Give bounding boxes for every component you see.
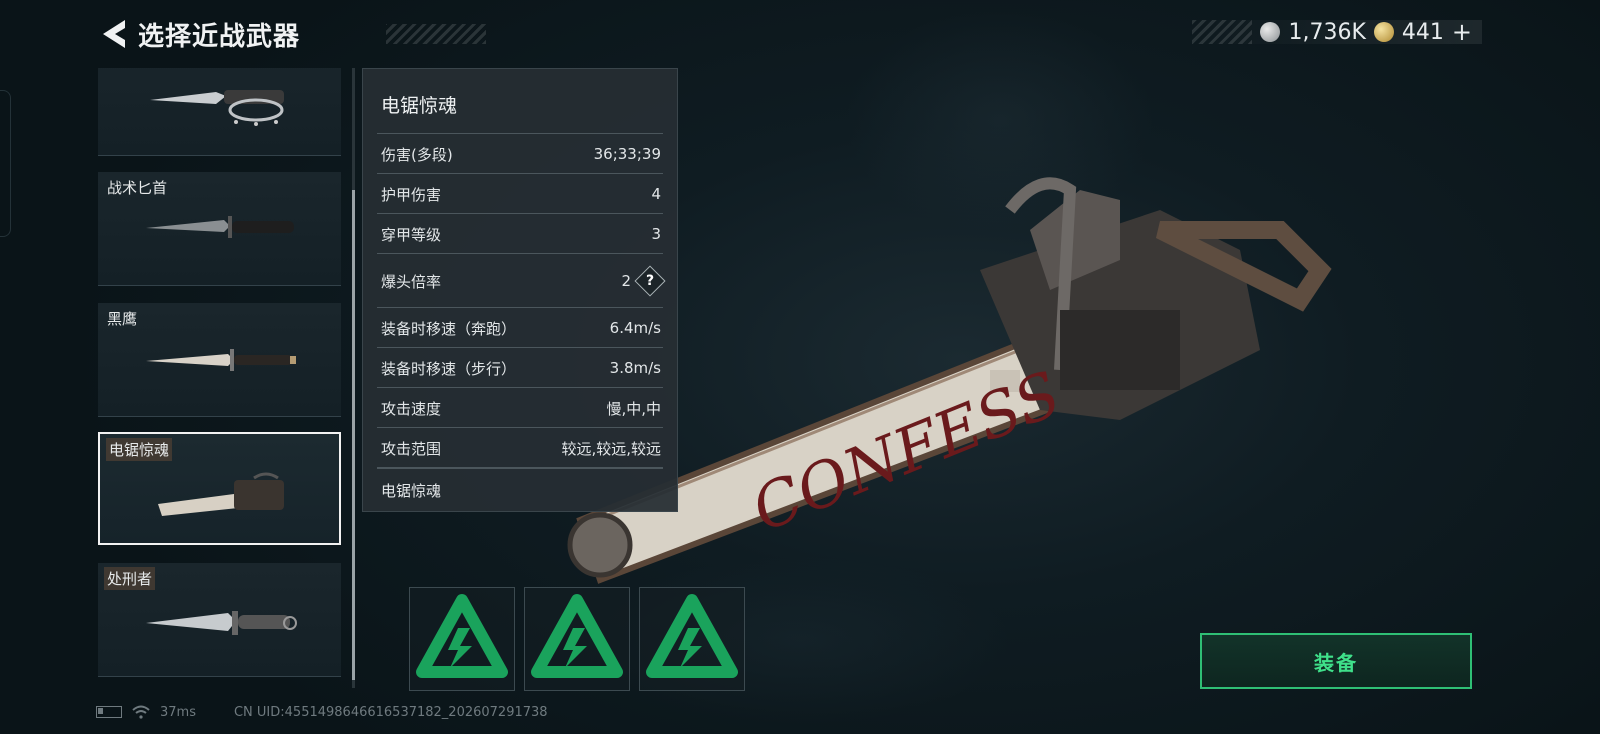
page-header: 选择近战武器 <box>96 14 486 54</box>
weapon-card-label: 电锯惊魂 <box>106 438 173 461</box>
wifi-icon <box>132 705 150 719</box>
stat-row-walk-speed: 装备时移速（步行） 3.8m/s <box>377 347 663 388</box>
back-button[interactable] <box>96 16 132 52</box>
stat-label: 攻击速度 <box>381 399 442 418</box>
stat-row-armor-pierce: 穿甲等级 3 <box>377 213 663 254</box>
stat-row-damage: 伤害(多段) 36;33;39 <box>377 133 663 174</box>
stat-label: 攻击范围 <box>381 439 442 458</box>
stat-row-attack-speed: 攻击速度 慢,中,中 <box>377 387 663 428</box>
weapon-card-label: 黑鹰 <box>107 310 138 328</box>
status-footer: 37ms CN UID:4551498646616537182_20260729… <box>96 703 548 721</box>
currency-decoration <box>1192 20 1252 44</box>
page-title: 选择近战武器 <box>138 21 301 52</box>
stat-row-weapon-footer: 电锯惊魂 <box>377 467 663 511</box>
tactical-dagger-icon <box>146 216 294 238</box>
stat-value: 2 <box>621 272 631 290</box>
stats-footer-name: 电锯惊魂 <box>381 481 442 500</box>
stat-row-attack-range: 攻击范围 较远,较远,较远 <box>377 427 663 468</box>
stat-row-run-speed: 装备时移速（奔跑） 6.4m/s <box>377 307 663 348</box>
executioner-knife-icon <box>146 611 297 635</box>
black-hawk-knife-icon <box>146 349 296 371</box>
battery-icon <box>96 706 122 718</box>
chainsaw-thumbnail-icon <box>158 472 284 516</box>
weapon-card-knuckle-knife[interactable] <box>98 68 341 156</box>
attachment-slot-2[interactable] <box>524 587 630 691</box>
stat-value: 慢,中,中 <box>606 399 661 418</box>
stats-weapon-name: 电锯惊魂 <box>381 95 458 117</box>
stat-label: 装备时移速（步行） <box>381 359 517 378</box>
stat-row-headshot-multiplier: 爆头倍率 2 ? <box>377 253 666 308</box>
weapon-card-label: 处刑者 <box>104 567 156 590</box>
silver-amount: 1,736K <box>1288 19 1366 45</box>
stat-value: 6.4m/s <box>609 319 661 337</box>
silver-coin-icon <box>1260 22 1281 42</box>
weapon-card-label: 战术匕首 <box>107 179 168 197</box>
stat-label: 穿甲等级 <box>381 225 442 244</box>
weapon-card-tactical-dagger[interactable]: 战术匕首 <box>98 172 341 286</box>
side-edge-tab <box>0 90 11 237</box>
equip-button[interactable]: 装备 <box>1200 633 1472 689</box>
help-mark: ? <box>645 273 655 289</box>
stat-value: 4 <box>651 185 661 203</box>
user-uid: CN UID:4551498646616537182_202607291738 <box>233 704 548 720</box>
slot-emblem-icon <box>531 594 623 678</box>
weapon-card-executioner[interactable]: 处刑者 <box>98 563 341 677</box>
stat-label: 护甲伤害 <box>381 185 442 204</box>
attachment-slot-1[interactable] <box>409 587 515 691</box>
back-arrow-icon <box>103 20 125 48</box>
title-decoration <box>386 24 486 44</box>
knuckle-knife-icon <box>150 90 284 126</box>
slot-emblem-icon <box>646 594 738 678</box>
add-currency-button[interactable]: + <box>1452 18 1472 46</box>
equip-button-label: 装备 <box>1314 650 1358 675</box>
ping-value: 37ms <box>160 704 196 720</box>
gold-amount: 441 <box>1401 19 1444 45</box>
weapon-list[interactable]: 战术匕首 黑鹰 电锯惊魂 处刑者 <box>98 68 343 688</box>
stat-label: 爆头倍率 <box>381 272 442 291</box>
scrollbar-thumb[interactable] <box>352 190 355 680</box>
weapon-list-scrollbar[interactable] <box>352 68 355 688</box>
stat-value-group: 2 ? <box>621 265 666 297</box>
stat-row-armor-damage: 护甲伤害 4 <box>377 173 663 214</box>
attachment-slot-3[interactable] <box>639 587 745 691</box>
stat-value: 3.8m/s <box>609 359 661 377</box>
help-icon[interactable]: ? <box>634 265 666 297</box>
weapon-card-chainsaw[interactable]: 电锯惊魂 <box>98 432 341 545</box>
stat-label: 装备时移速（奔跑） <box>381 319 517 338</box>
weapon-card-black-hawk[interactable]: 黑鹰 <box>98 303 341 417</box>
stat-label: 伤害(多段) <box>381 145 453 164</box>
stat-value: 较远,较远,较远 <box>561 439 661 458</box>
gold-coin-icon <box>1373 22 1394 42</box>
stat-value: 3 <box>651 225 661 243</box>
weapon-stats-panel: 电锯惊魂 伤害(多段) 36;33;39 护甲伤害 4 穿甲等级 3 爆头倍率 … <box>362 68 678 512</box>
slot-emblem-icon <box>416 594 508 678</box>
currency-bar: 1,736K 441 + <box>1192 18 1482 46</box>
stat-value: 36;33;39 <box>593 145 661 163</box>
